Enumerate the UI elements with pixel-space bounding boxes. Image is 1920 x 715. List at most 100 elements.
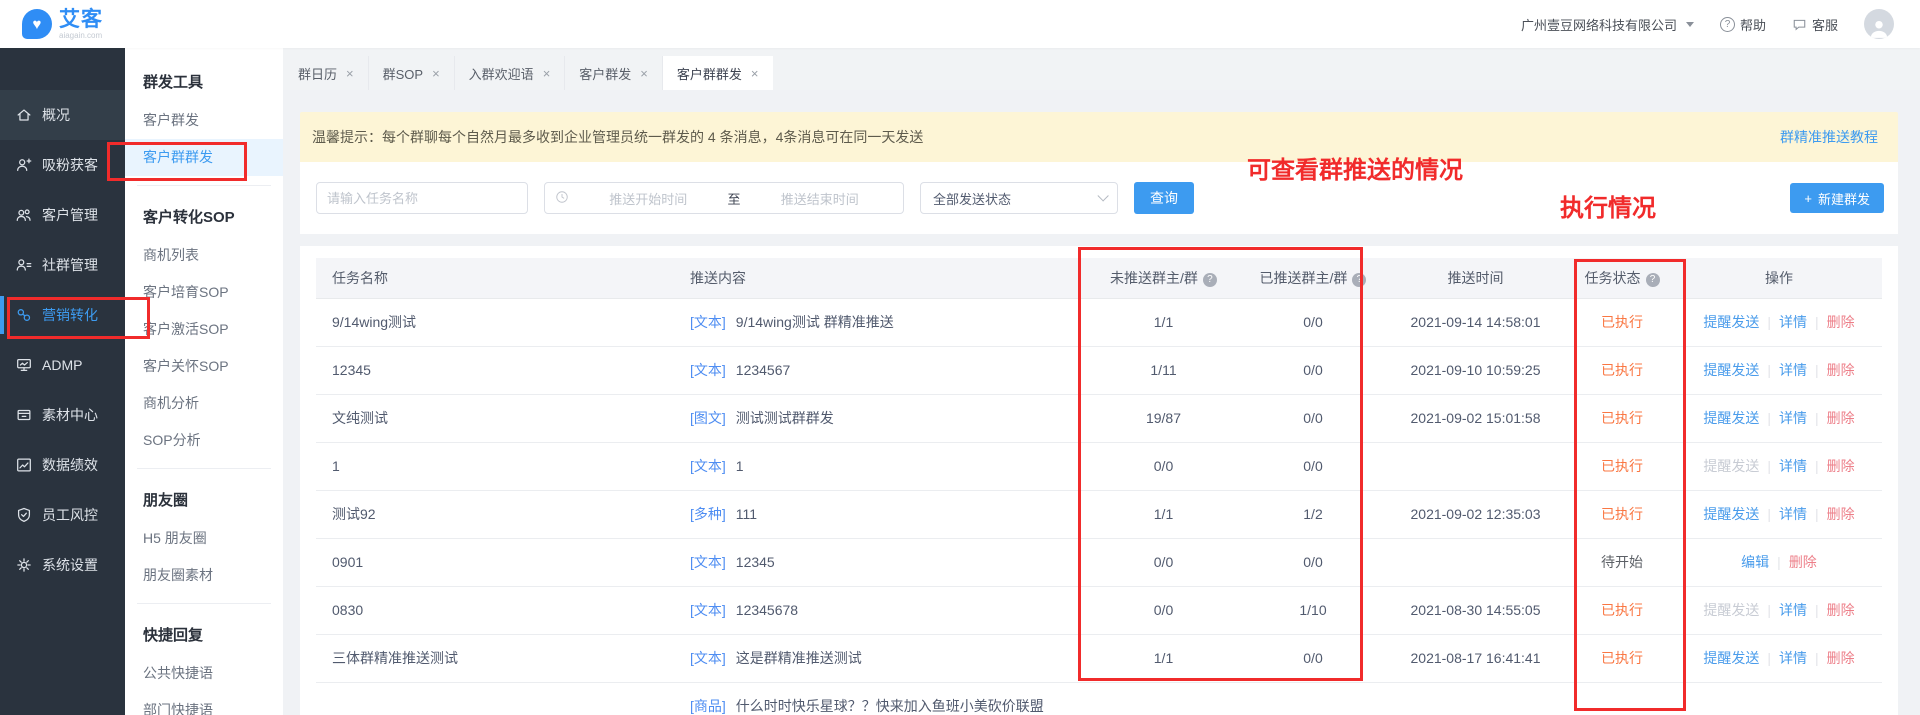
remind-send-link[interactable]: 提醒发送: [1703, 314, 1759, 330]
detail-link[interactable]: 详情: [1779, 506, 1807, 522]
close-icon[interactable]: ×: [543, 66, 551, 81]
column-header: 未推送群主/群?: [1084, 258, 1243, 298]
close-icon[interactable]: ×: [640, 66, 648, 81]
sidebar-item-risk[interactable]: 员工风控: [0, 490, 125, 540]
unpushed-count-cell: 19/87: [1084, 394, 1243, 442]
remind-send-link[interactable]: 提醒发送: [1703, 650, 1759, 666]
pushed-count-cell: 0/0: [1243, 538, 1383, 586]
delete-link[interactable]: 删除: [1827, 314, 1855, 330]
submenu-item[interactable]: 客户群群发: [125, 139, 283, 176]
table-row: 1[文本]10/00/0已执行提醒发送|详情|删除: [316, 442, 1882, 490]
sidebar-item-acquire[interactable]: 吸粉获客: [0, 140, 125, 190]
task-status-cell: 已执行: [1568, 586, 1676, 634]
clock-icon: [555, 190, 569, 207]
sidebar-item-label: 系统设置: [42, 555, 98, 575]
content-text: 9/14wing测试 群精准推送: [736, 314, 894, 330]
task-name-cell: 测试92: [316, 490, 690, 538]
help-icon[interactable]: ?: [1352, 273, 1366, 287]
submenu-item[interactable]: 商机列表: [125, 237, 283, 274]
delete-link[interactable]: 删除: [1827, 458, 1855, 474]
actions-cell: 编辑|删除: [1676, 538, 1882, 586]
actions-cell: 提醒发送|详情|删除: [1676, 586, 1882, 634]
tutorial-link[interactable]: 群精准推送教程: [1780, 127, 1878, 147]
sidebar-item-overview[interactable]: 概况: [0, 90, 125, 140]
close-icon[interactable]: ×: [346, 66, 354, 81]
remind-send-link[interactable]: 提醒发送: [1703, 362, 1759, 378]
detail-link[interactable]: 详情: [1779, 458, 1807, 474]
submenu-item[interactable]: 客户群发: [125, 102, 283, 139]
filter-bar: 推送开始时间 至 推送结束时间 全部发送状态 查询 + 新建群发: [300, 162, 1898, 234]
detail-link[interactable]: 详情: [1779, 362, 1807, 378]
submenu-item[interactable]: 部门快捷语: [125, 692, 283, 715]
submenu-item[interactable]: 客户培育SOP: [125, 274, 283, 311]
delete-link[interactable]: 删除: [1827, 650, 1855, 666]
action-separator: |: [1767, 314, 1771, 330]
detail-link[interactable]: 详情: [1779, 602, 1807, 618]
actions-cell: [1676, 682, 1882, 715]
actions-cell: 提醒发送|详情|删除: [1676, 346, 1882, 394]
help-button[interactable]: ? 帮助: [1720, 15, 1766, 34]
delete-link[interactable]: 删除: [1827, 410, 1855, 426]
help-icon[interactable]: ?: [1646, 273, 1660, 287]
content-text: 这是群精准推送测试: [736, 650, 862, 666]
create-group-send-button[interactable]: + 新建群发: [1790, 183, 1884, 213]
content-type-tag: [图文]: [690, 410, 726, 426]
table-body: 9/14wing测试[文本]9/14wing测试 群精准推送1/10/02021…: [316, 298, 1882, 715]
tab-5[interactable]: 客户群群发 ×: [663, 56, 773, 90]
detail-link[interactable]: 详情: [1779, 650, 1807, 666]
user-avatar[interactable]: [1864, 9, 1894, 39]
remind-send-link: 提醒发送: [1703, 602, 1759, 618]
content-type-tag: [多种]: [690, 506, 726, 522]
task-status-cell: 待开始: [1568, 538, 1676, 586]
close-icon[interactable]: ×: [751, 66, 759, 81]
sidebar-item-customer[interactable]: 客户管理: [0, 190, 125, 240]
detail-link[interactable]: 详情: [1779, 410, 1807, 426]
submenu-item[interactable]: SOP分析: [125, 422, 283, 459]
sidebar-item-marketing[interactable]: 营销转化: [0, 290, 125, 340]
tab-1[interactable]: 群日历×: [284, 56, 369, 90]
help-icon[interactable]: ?: [1203, 273, 1217, 287]
sidebar-item-data[interactable]: 数据绩效: [0, 440, 125, 490]
action-separator: |: [1815, 314, 1819, 330]
company-dropdown[interactable]: 广州壹豆网络科技有限公司: [1521, 15, 1694, 34]
service-button[interactable]: 客服: [1792, 15, 1838, 34]
company-name: 广州壹豆网络科技有限公司: [1521, 15, 1677, 34]
primary-sidebar: 概况吸粉获客客户管理社群管理营销转化ADMP素材中心数据绩效员工风控系统设置: [0, 48, 125, 715]
detail-link[interactable]: 详情: [1779, 314, 1807, 330]
submenu-item[interactable]: H5 朋友圈: [125, 520, 283, 557]
tab-4[interactable]: 客户群发×: [565, 56, 663, 90]
submenu-item[interactable]: 商机分析: [125, 385, 283, 422]
community-icon: [15, 256, 33, 274]
delete-link[interactable]: 删除: [1827, 602, 1855, 618]
delete-link[interactable]: 删除: [1789, 554, 1817, 570]
actions-cell: 提醒发送|详情|删除: [1676, 442, 1882, 490]
action-separator: |: [1767, 458, 1771, 474]
close-icon[interactable]: ×: [432, 66, 440, 81]
delete-link[interactable]: 删除: [1827, 362, 1855, 378]
search-button[interactable]: 查询: [1134, 182, 1194, 214]
task-table: 任务名称推送内容未推送群主/群?已推送群主/群?推送时间任务状态?操作 9/14…: [316, 258, 1882, 715]
submenu-item[interactable]: 客户激活SOP: [125, 311, 283, 348]
push-time-cell: 2021-08-30 14:55:05: [1383, 586, 1568, 634]
remind-send-link[interactable]: 提醒发送: [1703, 410, 1759, 426]
task-name-input[interactable]: [316, 182, 528, 214]
remind-send-link[interactable]: 提醒发送: [1703, 506, 1759, 522]
tab-3[interactable]: 入群欢迎语×: [455, 56, 566, 90]
submenu-item[interactable]: 公共快捷语: [125, 655, 283, 692]
sidebar-item-admp[interactable]: ADMP: [0, 340, 125, 390]
submenu-item[interactable]: 客户关怀SOP: [125, 348, 283, 385]
sidebar-item-material[interactable]: 素材中心: [0, 390, 125, 440]
send-status-select[interactable]: 全部发送状态: [920, 182, 1118, 214]
edit-link[interactable]: 编辑: [1741, 554, 1769, 570]
delete-link[interactable]: 删除: [1827, 506, 1855, 522]
unpushed-count-cell: 1/1: [1084, 298, 1243, 346]
table-header-row: 任务名称推送内容未推送群主/群?已推送群主/群?推送时间任务状态?操作: [316, 258, 1882, 298]
date-range-picker[interactable]: 推送开始时间 至 推送结束时间: [544, 182, 904, 214]
sidebar-item-settings[interactable]: 系统设置: [0, 540, 125, 590]
push-time-cell: [1383, 538, 1568, 586]
tab-label: 客户群群发: [677, 64, 742, 83]
sidebar-item-community[interactable]: 社群管理: [0, 240, 125, 290]
actions-cell: 提醒发送|详情|删除: [1676, 490, 1882, 538]
tab-2[interactable]: 群SOP×: [369, 56, 455, 90]
submenu-item[interactable]: 朋友圈素材: [125, 557, 283, 594]
